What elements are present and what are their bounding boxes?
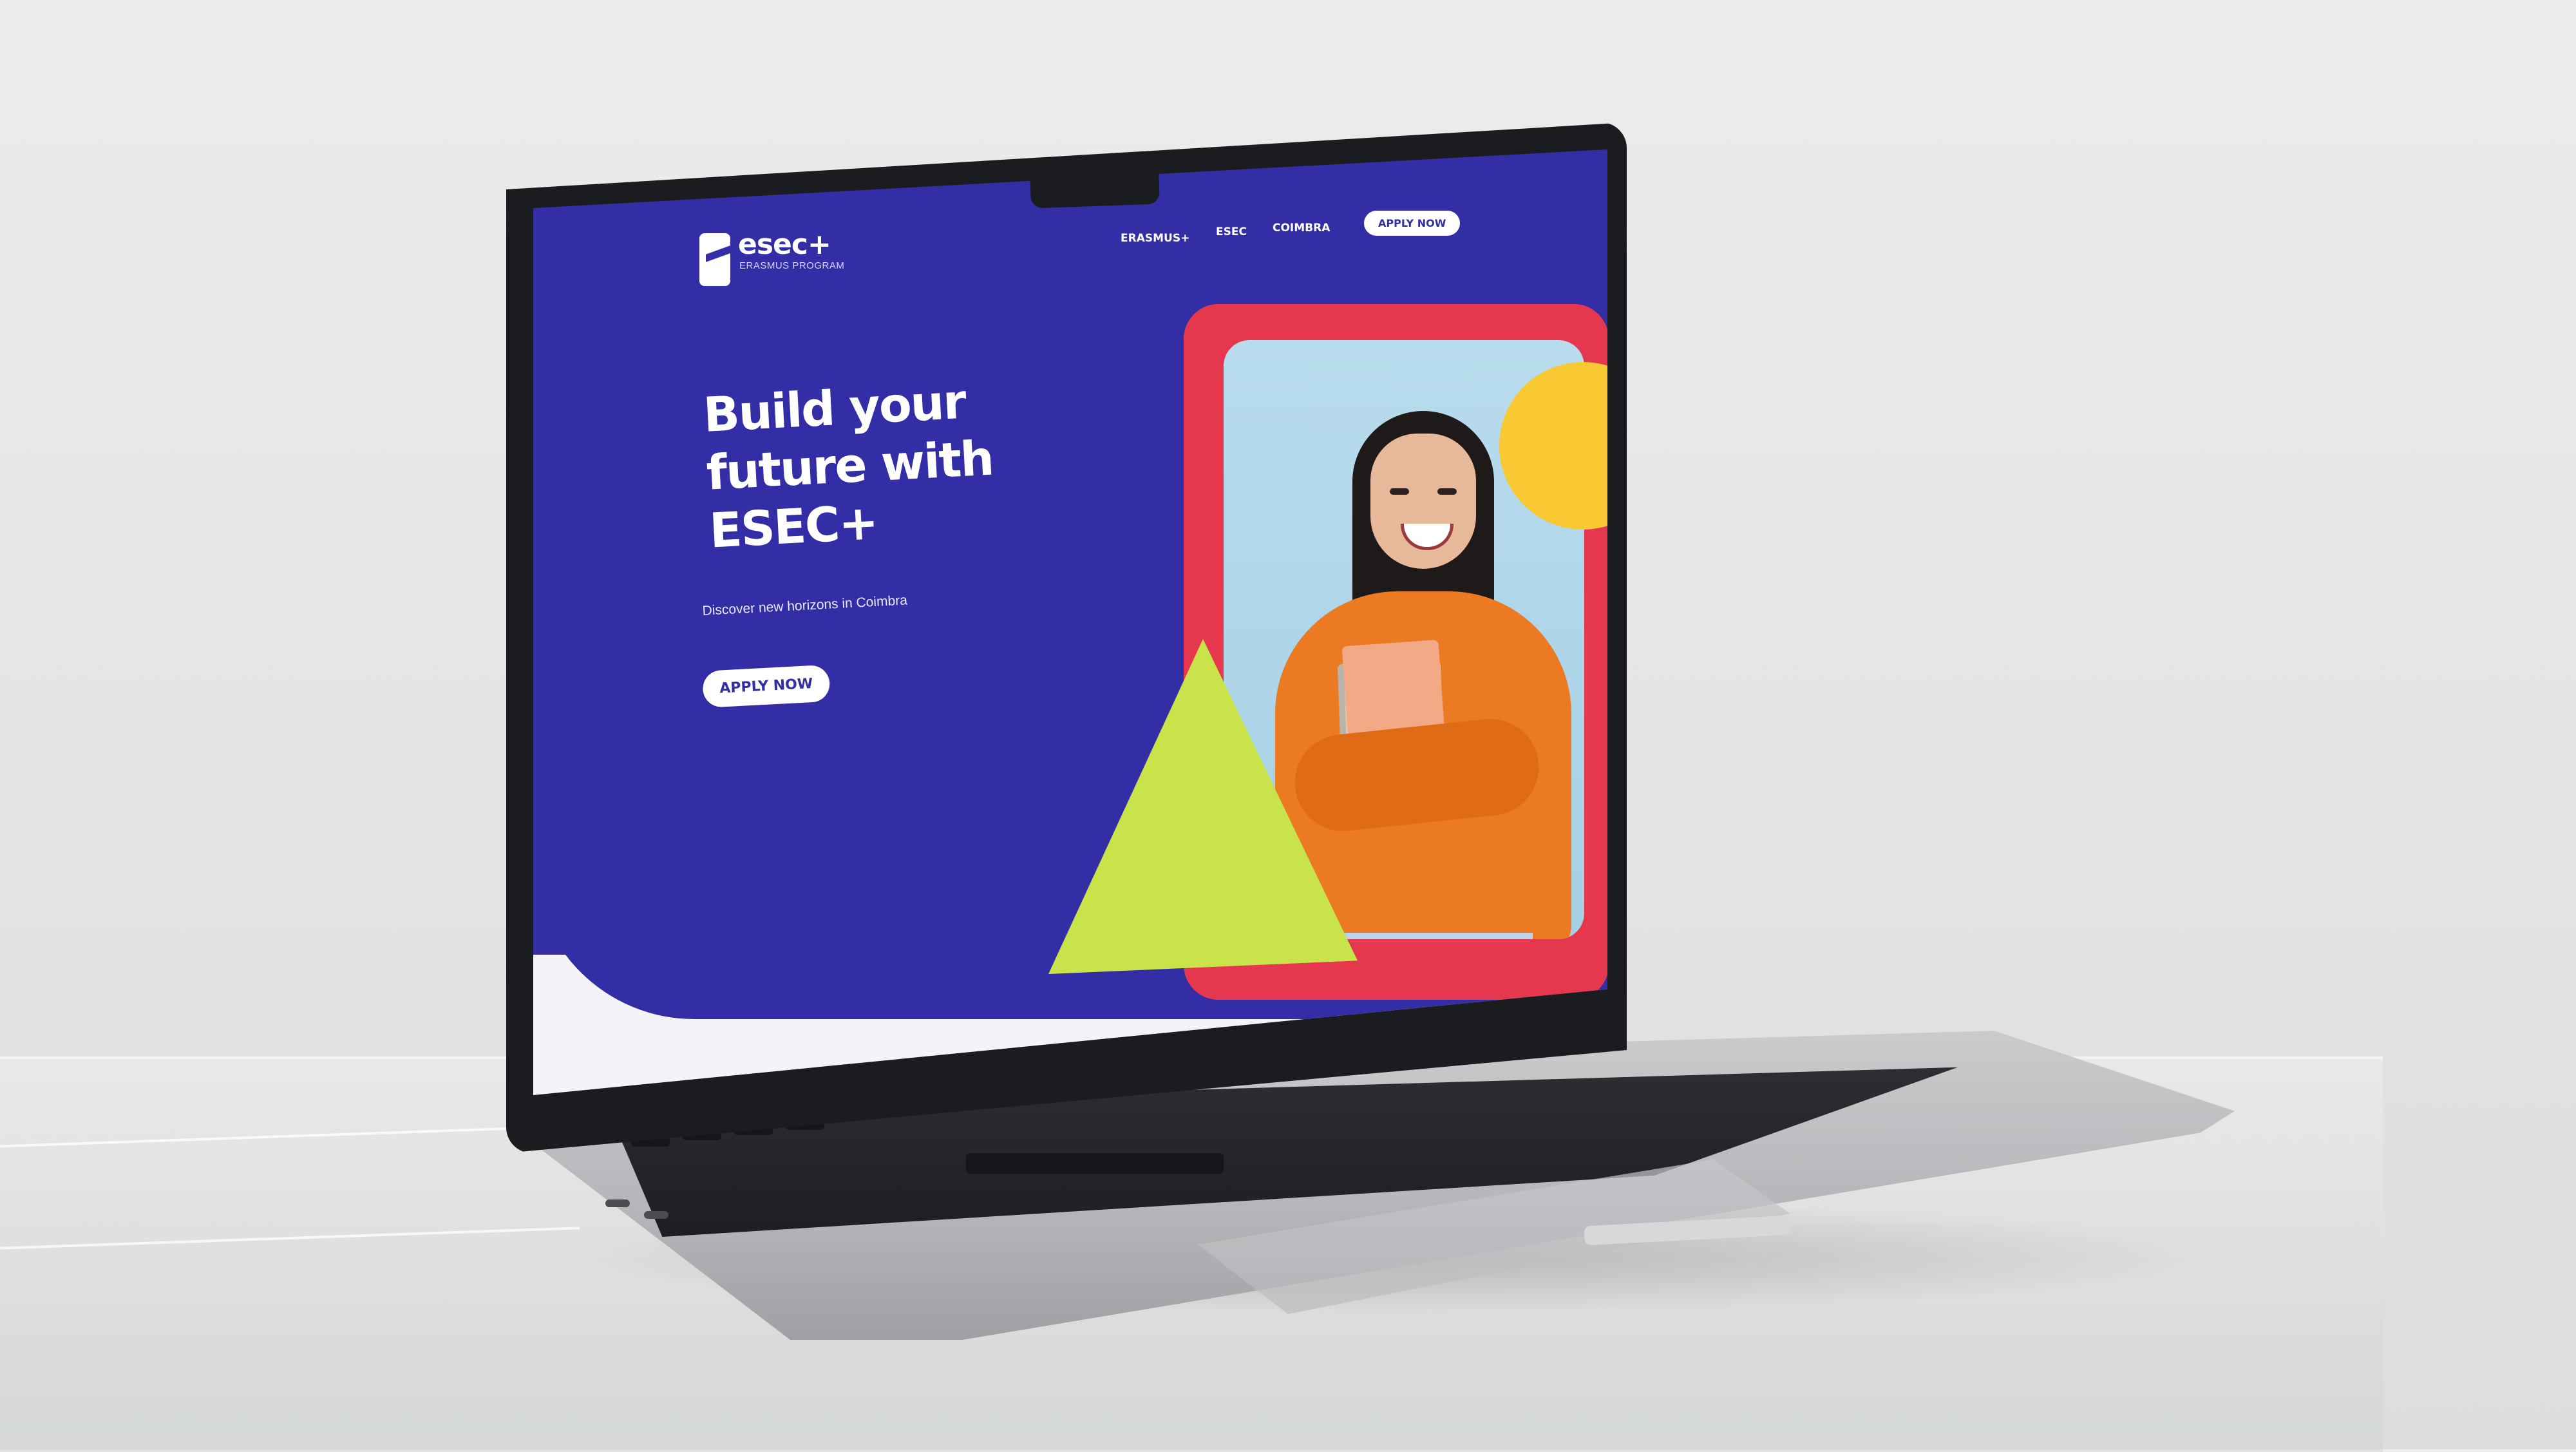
esec-logo-icon[interactable]	[699, 233, 730, 286]
nav-item-erasmus[interactable]: ERASMUS+	[1121, 232, 1189, 245]
nav-item-esec[interactable]: ESEC	[1216, 225, 1247, 238]
camera-notch	[1030, 165, 1160, 209]
site-logo-subtitle: ERASMUS PROGRAM	[739, 260, 845, 271]
person-eye	[1437, 488, 1457, 495]
spacebar	[966, 1153, 1224, 1174]
browser-screen: esec+ ERASMUS PROGRAM ERASMUS+ ESEC COIM…	[533, 149, 1607, 1095]
nav-item-coimbra[interactable]: COIMBRA	[1273, 222, 1330, 234]
hero-title: Build your future with ESEC+	[702, 374, 994, 559]
nav-apply-button[interactable]: APPLY NOW	[1364, 211, 1461, 236]
hero-subtitle: Discover new horizons in Coimbra	[702, 593, 908, 618]
person-eye	[1390, 488, 1409, 495]
site-logo-name[interactable]: esec+	[738, 228, 831, 261]
usb-port	[644, 1211, 668, 1219]
hero-apply-button[interactable]: APPLY NOW	[702, 664, 831, 708]
usb-port	[605, 1199, 630, 1207]
